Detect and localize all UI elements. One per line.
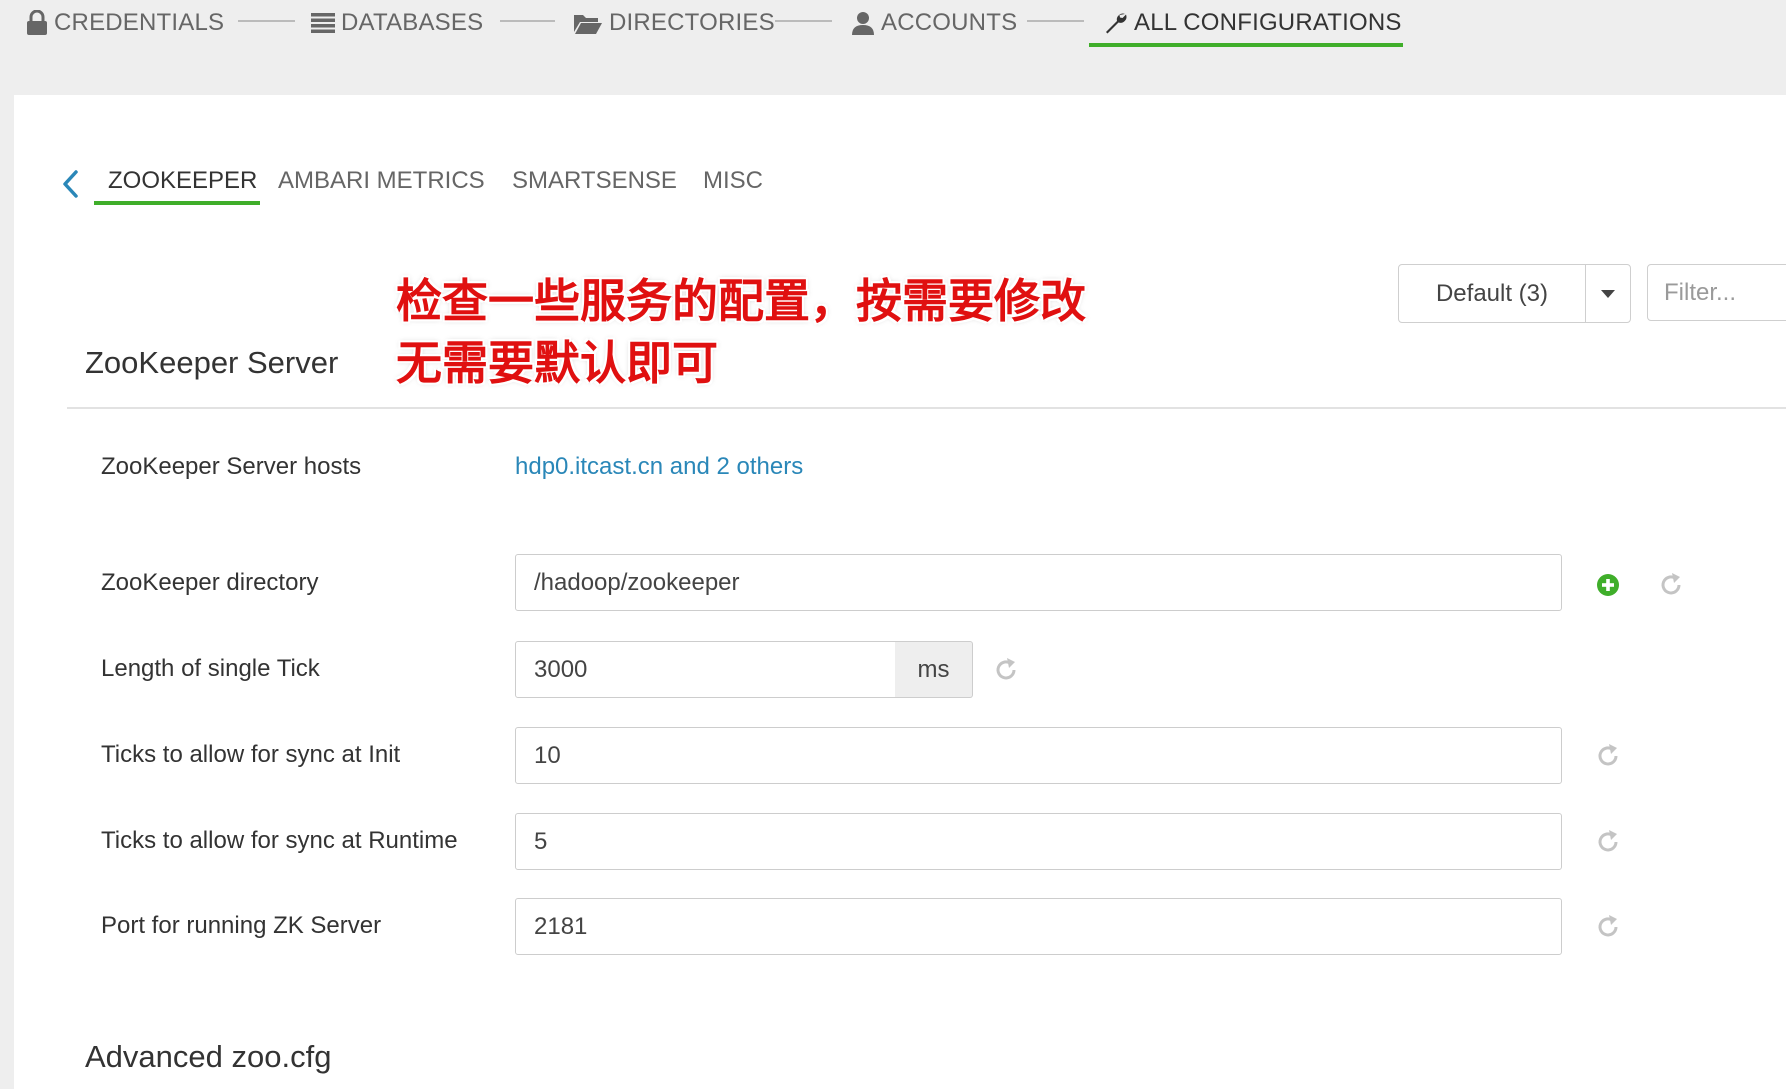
section-divider	[67, 407, 1786, 409]
active-tab-underline	[94, 201, 260, 205]
step-connector	[1027, 20, 1084, 22]
init-limit-input[interactable]	[515, 727, 1562, 784]
config-panel: ZOOKEEPER AMBARI METRICS SMARTSENSE MISC…	[14, 95, 1786, 1089]
step-all-configurations[interactable]: ALL CONFIGURATIONS	[1104, 6, 1402, 40]
active-step-underline	[1089, 43, 1403, 47]
refresh-icon[interactable]	[1595, 743, 1621, 769]
section-title: ZooKeeper Server	[85, 345, 339, 380]
refresh-icon[interactable]	[993, 657, 1019, 683]
add-icon[interactable]	[1595, 572, 1621, 598]
annotation-overlay: 检查一些服务的配置，按需要修改 无需要默认即可	[396, 270, 1086, 394]
tab-ambari-metrics[interactable]: AMBARI METRICS	[278, 167, 485, 195]
annotation-line-2: 无需要默认即可	[396, 336, 718, 390]
unit-addon: ms	[895, 641, 973, 698]
step-label: ACCOUNTS	[881, 9, 1018, 36]
wrench-icon	[1106, 13, 1127, 34]
field-label: Length of single Tick	[101, 655, 320, 682]
client-port-input[interactable]	[515, 898, 1562, 955]
step-label: ALL CONFIGURATIONS	[1134, 9, 1402, 36]
step-label: DATABASES	[341, 9, 484, 36]
step-label: CREDENTIALS	[54, 9, 225, 36]
wizard-steps: CREDENTIALS DATABASES DIRECTORIES ACCOUN…	[0, 0, 1786, 60]
tab-zookeeper[interactable]: ZOOKEEPER	[108, 167, 257, 195]
tab-smartsense[interactable]: SMARTSENSE	[512, 167, 677, 195]
step-credentials[interactable]: CREDENTIALS	[26, 6, 224, 40]
step-accounts[interactable]: ACCOUNTS	[851, 6, 1017, 40]
sync-limit-input[interactable]	[515, 813, 1562, 870]
step-label: DIRECTORIES	[609, 9, 775, 36]
refresh-icon[interactable]	[1595, 914, 1621, 940]
hosts-label: ZooKeeper Server hosts	[101, 453, 362, 480]
lock-icon	[27, 10, 47, 35]
folder-open-icon	[574, 15, 602, 34]
refresh-icon[interactable]	[1595, 829, 1621, 855]
step-connector	[238, 20, 295, 22]
list-icon	[311, 13, 335, 33]
step-connector	[500, 20, 555, 22]
config-group-label[interactable]: Default (3)	[1399, 265, 1586, 322]
caret-down-icon	[1601, 289, 1615, 298]
hosts-link[interactable]: hdp0.itcast.cn and 2 others	[515, 453, 803, 481]
user-icon	[852, 12, 874, 35]
field-label: Ticks to allow for sync at Init	[101, 741, 401, 768]
step-databases[interactable]: DATABASES	[311, 6, 483, 40]
annotation-line-1: 检查一些服务的配置，按需要修改	[396, 274, 1086, 328]
field-label: ZooKeeper directory	[101, 569, 319, 596]
chevron-left-icon[interactable]	[58, 169, 84, 199]
tick-length-input[interactable]	[515, 641, 896, 698]
zookeeper-directory-input[interactable]	[515, 554, 1562, 611]
refresh-icon[interactable]	[1658, 572, 1684, 598]
tab-misc[interactable]: MISC	[703, 167, 763, 195]
advanced-section-title[interactable]: Advanced zoo.cfg	[85, 1039, 331, 1075]
step-directories[interactable]: DIRECTORIES	[573, 6, 775, 40]
config-group-caret[interactable]	[1586, 265, 1630, 322]
filter-input[interactable]	[1647, 264, 1786, 321]
step-connector	[775, 20, 832, 22]
field-label: Ticks to allow for sync at Runtime	[101, 827, 458, 854]
field-label: Port for running ZK Server	[101, 912, 382, 939]
config-group-dropdown[interactable]: Default (3)	[1398, 264, 1631, 323]
